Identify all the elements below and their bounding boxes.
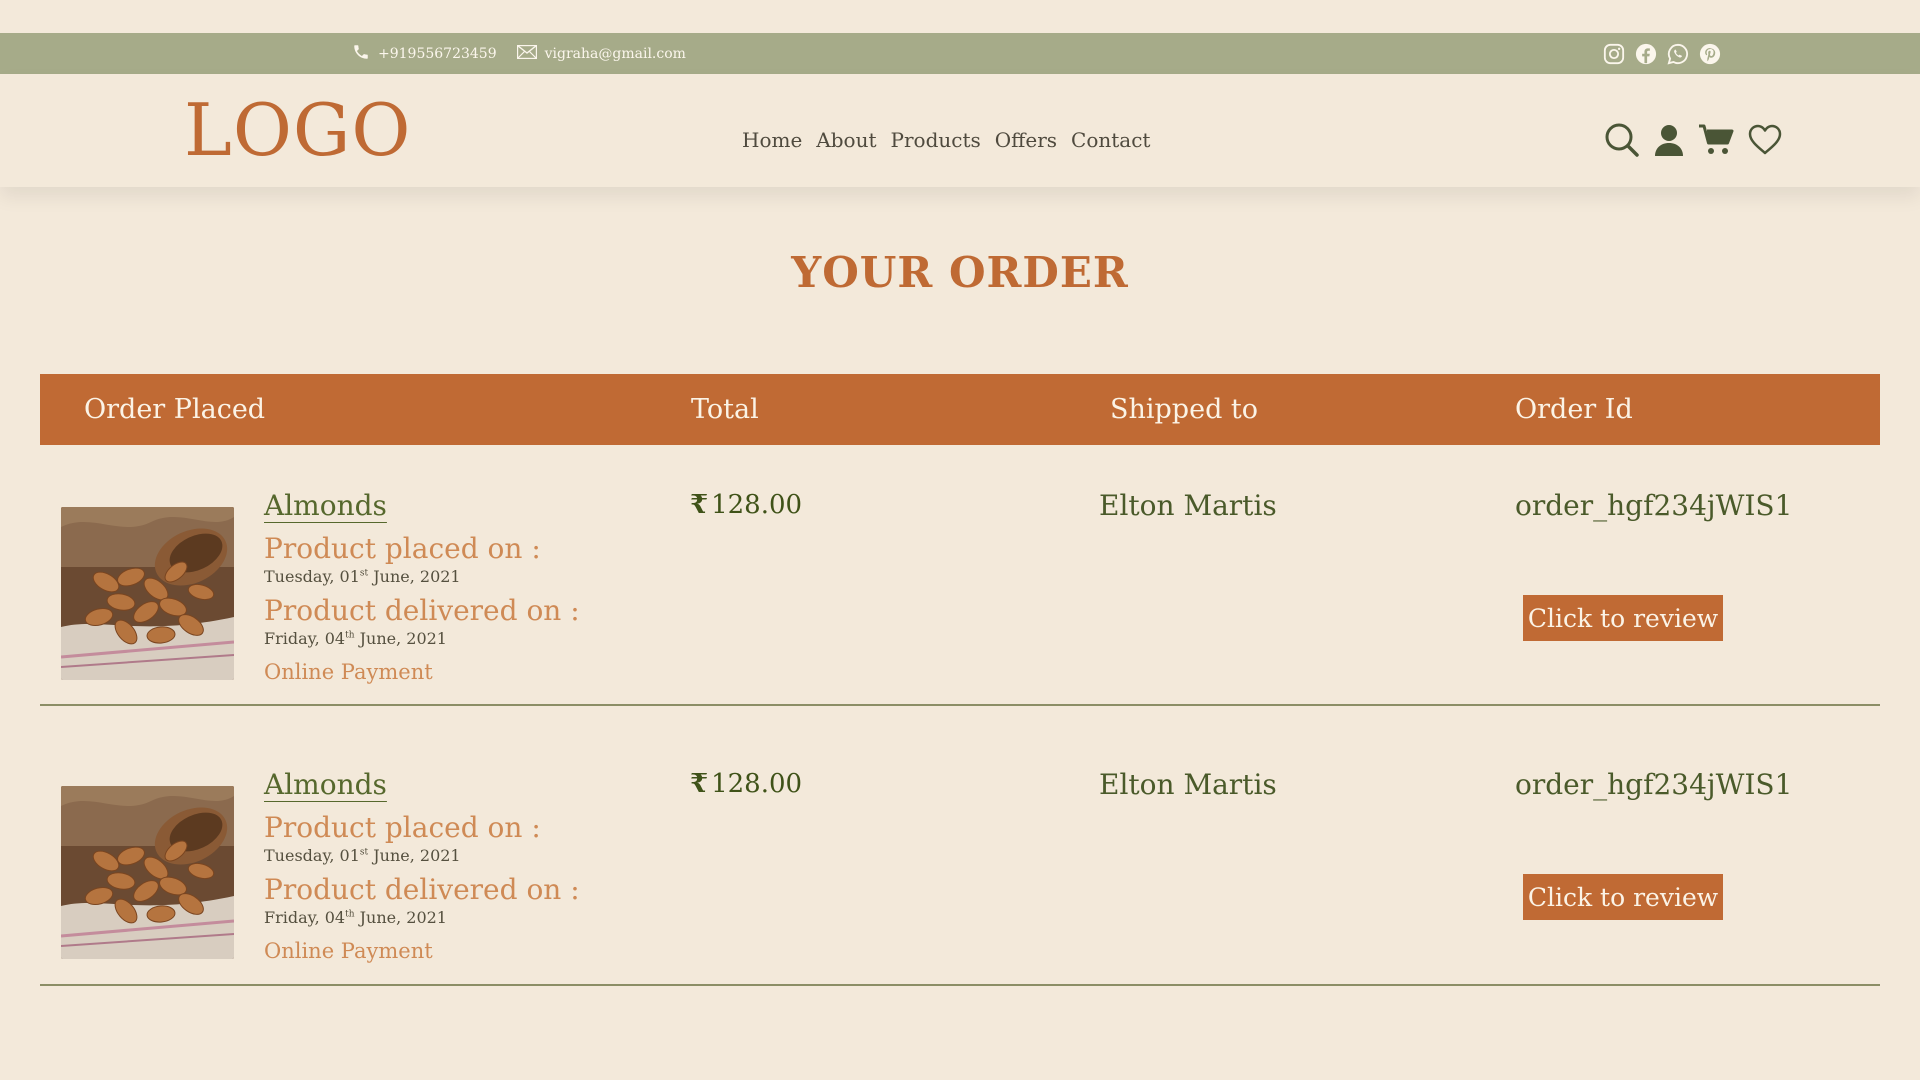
- instagram-icon[interactable]: [1602, 42, 1626, 66]
- whatsapp-icon[interactable]: [1666, 42, 1690, 66]
- order-id: order_hgf234jWIS1: [1515, 489, 1793, 522]
- page-title: YOUR ORDER: [791, 248, 1129, 297]
- shipped-to-name: Elton Martis: [1099, 768, 1277, 801]
- nav-contact[interactable]: Contact: [1071, 128, 1150, 152]
- review-button[interactable]: Click to review: [1523, 595, 1723, 641]
- rupee-icon: ₹: [690, 769, 709, 799]
- cart-icon[interactable]: [1698, 124, 1734, 156]
- nav-products[interactable]: Products: [891, 128, 981, 152]
- site-logo[interactable]: LOGO: [184, 94, 411, 166]
- product-name-link[interactable]: Almonds: [264, 768, 387, 801]
- column-shipped-to: Shipped to: [1110, 394, 1259, 425]
- social-links: [1602, 33, 1730, 74]
- nav-home[interactable]: Home: [742, 128, 802, 152]
- order-id: order_hgf234jWIS1: [1515, 768, 1793, 801]
- facebook-icon[interactable]: [1634, 42, 1658, 66]
- placed-on-label: Product placed on :: [264, 811, 541, 844]
- shipped-to-name: Elton Martis: [1099, 489, 1277, 522]
- pinterest-icon[interactable]: [1698, 42, 1722, 66]
- email-address: vigraha@gmail.com: [544, 45, 686, 62]
- placed-date: Tuesday, 01st June, 2021: [264, 567, 461, 586]
- header-actions: [1604, 122, 1796, 158]
- delivered-date: Friday, 04th June, 2021: [264, 629, 447, 648]
- placed-date: Tuesday, 01st June, 2021: [264, 846, 461, 865]
- delivered-on-label: Product delivered on :: [264, 873, 580, 906]
- site-header: LOGO Home About Products Offers Contact: [0, 74, 1920, 187]
- placed-on-label: Product placed on :: [264, 532, 541, 565]
- phone-number: +919556723459: [378, 45, 497, 62]
- email-contact[interactable]: vigraha@gmail.com: [516, 44, 686, 63]
- row-divider: [40, 704, 1880, 706]
- product-name-link[interactable]: Almonds: [264, 489, 387, 522]
- order-total: ₹128.00: [690, 490, 803, 520]
- column-order-id: Order Id: [1515, 394, 1633, 425]
- contact-info: +919556723459 vigraha@gmail.com: [352, 33, 706, 74]
- delivered-on-label: Product delivered on :: [264, 594, 580, 627]
- order-total: ₹128.00: [690, 769, 803, 799]
- payment-method: Online Payment: [264, 939, 433, 963]
- column-total: Total: [691, 394, 759, 425]
- row-divider: [40, 984, 1880, 986]
- phone-contact[interactable]: +919556723459: [352, 43, 497, 65]
- nav-offers[interactable]: Offers: [995, 128, 1057, 152]
- main-nav: Home About Products Offers Contact: [742, 128, 1164, 152]
- payment-method: Online Payment: [264, 660, 433, 684]
- top-bar: +919556723459 vigraha@gmail.com: [0, 33, 1920, 74]
- nav-about[interactable]: About: [816, 128, 876, 152]
- order-row: Almonds Product placed on : Tuesday, 01s…: [40, 466, 1880, 706]
- search-icon[interactable]: [1604, 122, 1640, 158]
- mail-icon: [516, 44, 545, 63]
- delivered-date: Friday, 04th June, 2021: [264, 908, 447, 927]
- review-button[interactable]: Click to review: [1523, 874, 1723, 920]
- product-image[interactable]: [61, 786, 234, 959]
- column-order-placed: Order Placed: [84, 394, 266, 425]
- heart-icon[interactable]: [1748, 124, 1782, 156]
- order-row: Almonds Product placed on : Tuesday, 01s…: [40, 746, 1880, 986]
- rupee-icon: ₹: [690, 490, 709, 520]
- product-image[interactable]: [61, 507, 234, 680]
- phone-icon: [352, 43, 378, 65]
- user-icon[interactable]: [1654, 124, 1684, 156]
- orders-table-header: Order Placed Total Shipped to Order Id: [40, 374, 1880, 445]
